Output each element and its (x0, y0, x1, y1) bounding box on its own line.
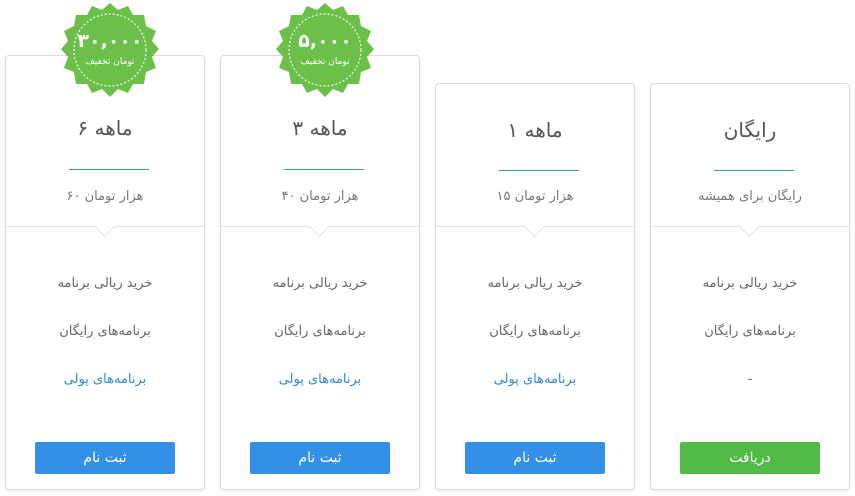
plan-price: رایگان برای همیشه (698, 189, 802, 204)
badge-label: تومان تخفیف (300, 57, 350, 67)
plan-title: رایگان (723, 118, 777, 142)
signup-button[interactable]: ثبت نام (250, 442, 390, 474)
title-divider (499, 170, 579, 171)
feature-free-apps: برنامه‌های رایگان (59, 324, 151, 339)
discount-badge: ۵,۰۰۰ تومان تخفیف (276, 2, 374, 100)
plan-price: ۴۰ هزار تومان (281, 189, 359, 204)
feature-rial-purchase: خرید ریالی برنامه (702, 276, 798, 291)
plan-card-free: رایگان رایگان برای همیشه خرید ریالی برنا… (650, 83, 850, 490)
title-divider (69, 169, 149, 170)
header-notch (93, 215, 116, 238)
feature-free-apps: برنامه‌های رایگان (704, 324, 796, 339)
feature-paid-apps-none: - (747, 372, 753, 387)
feature-free-apps: برنامه‌های رایگان (274, 324, 366, 339)
badge-amount: ۳۰,۰۰۰ (77, 30, 143, 52)
header-notch (523, 215, 546, 238)
signup-button[interactable]: ثبت نام (465, 442, 605, 474)
get-button[interactable]: دریافت (680, 442, 820, 474)
plan-header: ۱ ماهه ۱۵ هزار تومان (436, 84, 634, 238)
plan-price: ۱۵ هزار تومان (496, 189, 574, 204)
title-divider (284, 169, 364, 170)
plan-title: ۱ ماهه (507, 118, 563, 142)
plan-card-3-month: ۳ ماهه ۴۰ هزار تومان خرید ریالی برنامه ب… (220, 55, 420, 490)
discount-badge: ۳۰,۰۰۰ تومان تخفیف (61, 2, 159, 100)
plan-title: ۶ ماهه (77, 116, 133, 140)
badge-amount: ۵,۰۰۰ (298, 30, 352, 52)
feature-paid-apps-link[interactable]: برنامه‌های پولی (436, 372, 634, 387)
plan-card-6-month: ۶ ماهه ۶۰ هزار تومان خرید ریالی برنامه ب… (5, 55, 205, 490)
plan-card-1-month: ۱ ماهه ۱۵ هزار تومان خرید ریالی برنامه ب… (435, 83, 635, 490)
plan-price: ۶۰ هزار تومان (66, 189, 144, 204)
feature-paid-apps-link[interactable]: برنامه‌های پولی (6, 372, 204, 387)
feature-free-apps: برنامه‌های رایگان (489, 324, 581, 339)
title-divider (714, 170, 794, 171)
feature-rial-purchase: خرید ریالی برنامه (57, 276, 153, 291)
plan-title: ۳ ماهه (292, 116, 348, 140)
feature-rial-purchase: خرید ریالی برنامه (272, 276, 368, 291)
header-notch (738, 215, 761, 238)
feature-rial-purchase: خرید ریالی برنامه (487, 276, 583, 291)
feature-paid-apps-link[interactable]: برنامه‌های پولی (221, 372, 419, 387)
signup-button[interactable]: ثبت نام (35, 442, 175, 474)
plan-header: رایگان رایگان برای همیشه (651, 84, 849, 238)
badge-label: تومان تخفیف (85, 57, 135, 67)
header-notch (308, 215, 331, 238)
